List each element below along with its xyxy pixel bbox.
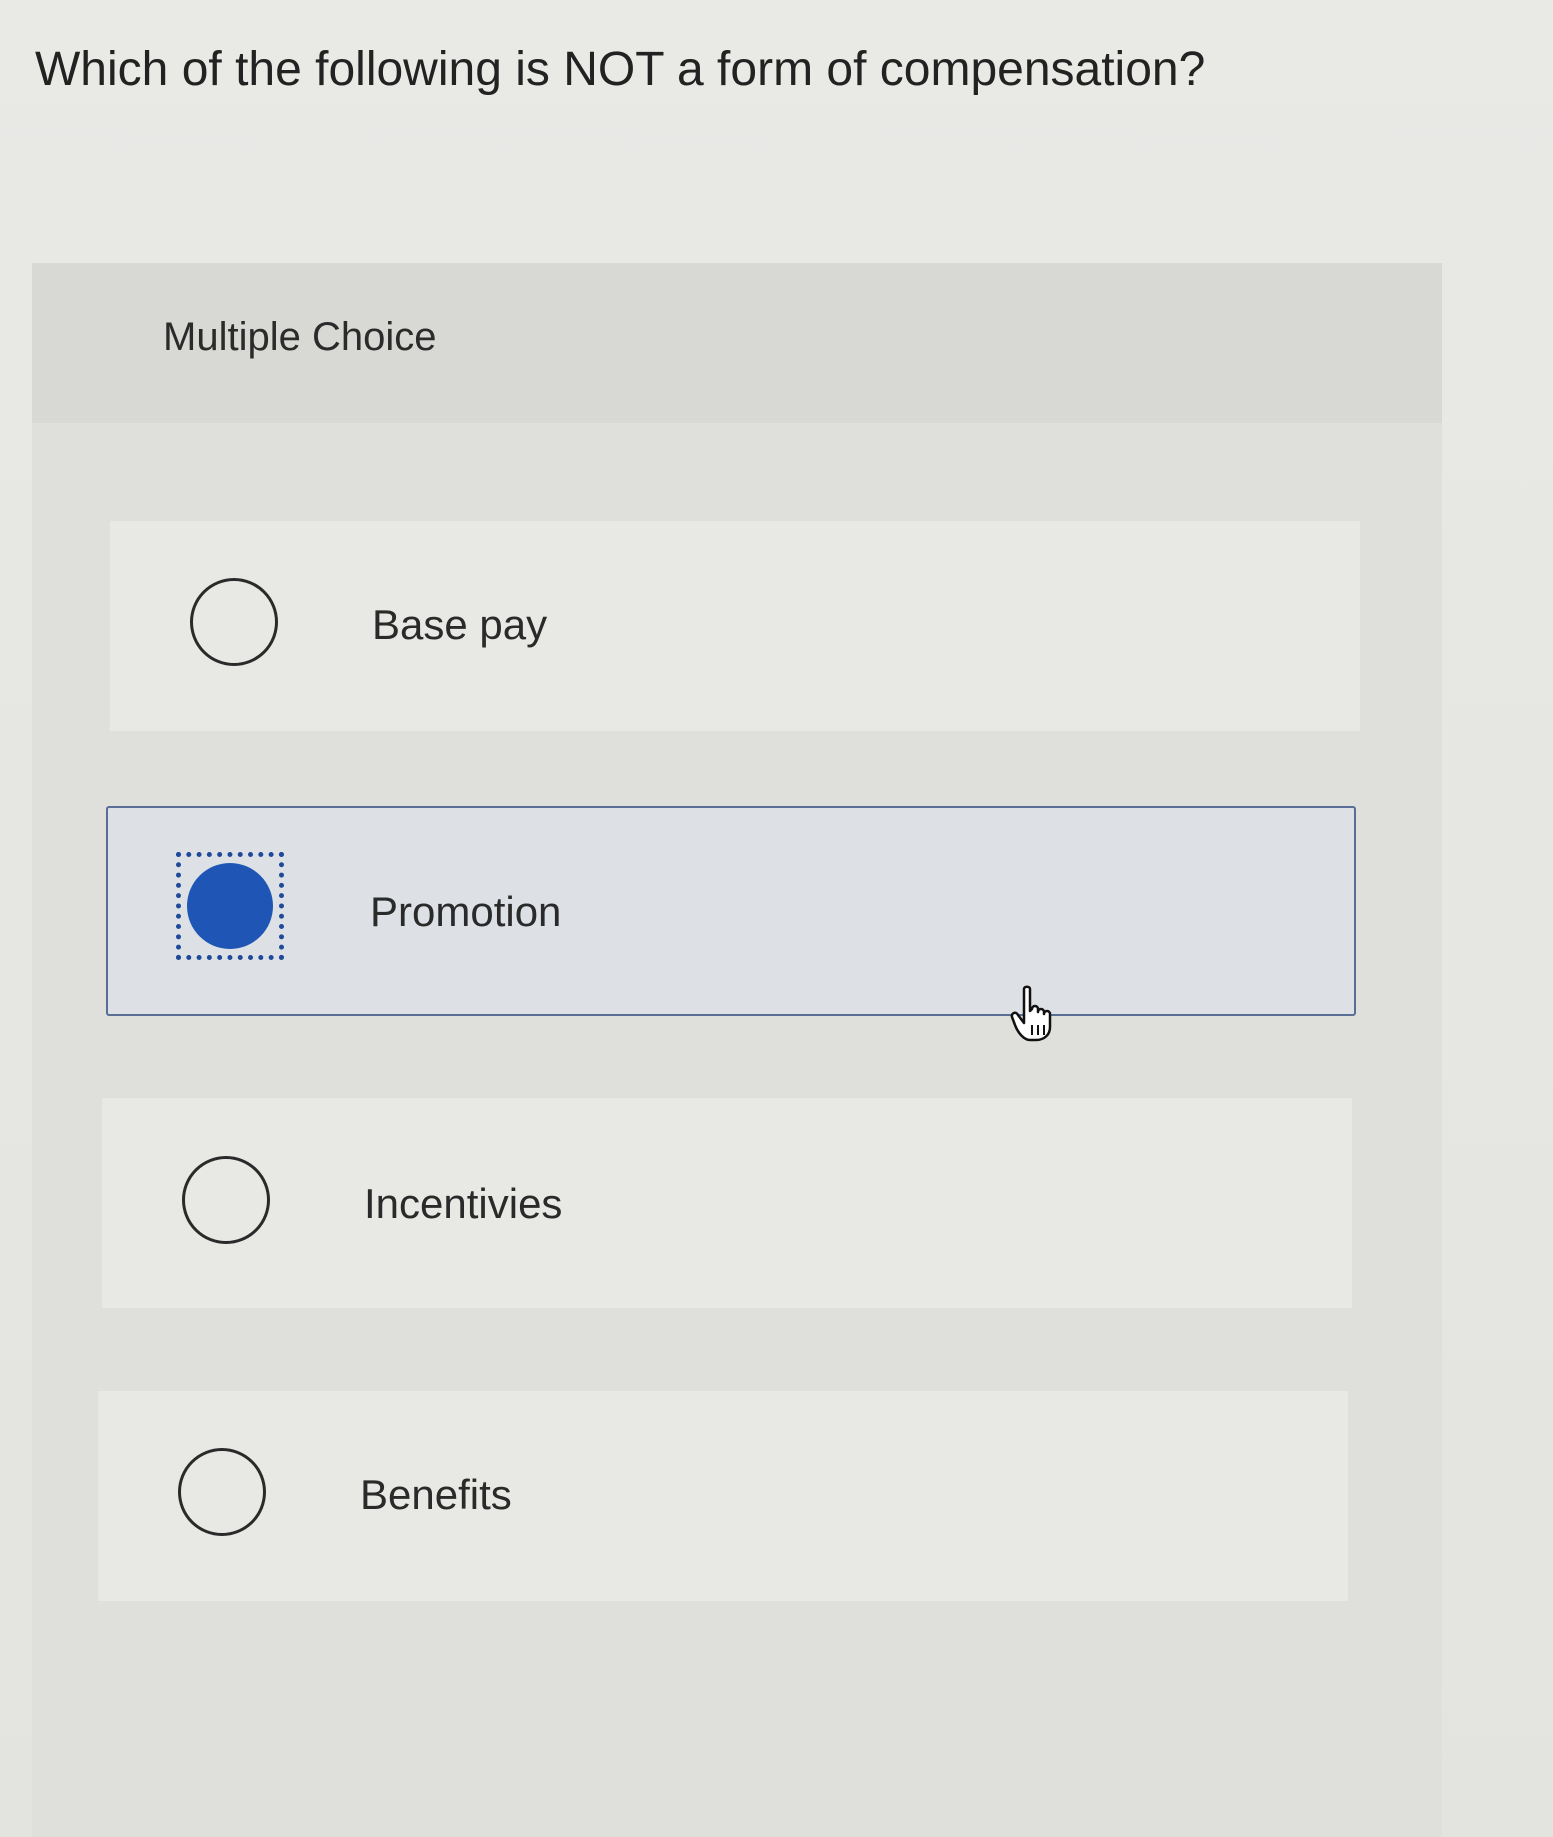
page: Which of the following is NOT a form of …: [0, 0, 1553, 1837]
option-label: Incentivies: [364, 1180, 563, 1227]
option-promotion[interactable]: Promotion: [106, 806, 1356, 1016]
radio-button-unselected[interactable]: [190, 578, 278, 666]
question-text: Which of the following is NOT a form of …: [35, 43, 1206, 96]
radio-button-unselected[interactable]: [178, 1448, 266, 1536]
hand-pointer-icon: [1010, 985, 1062, 1043]
option-label: Benefits: [360, 1471, 512, 1518]
option-benefits[interactable]: Benefits: [98, 1391, 1348, 1601]
option-label: Promotion: [370, 888, 562, 935]
option-label: Base pay: [372, 601, 548, 648]
multiple-choice-panel: Multiple Choice Base pay Promotion Incen…: [32, 263, 1442, 1837]
question-type-label: Multiple Choice: [163, 315, 437, 359]
option-incentivies[interactable]: Incentivies: [102, 1098, 1352, 1308]
panel-header: Multiple Choice: [32, 263, 1442, 423]
radio-button-unselected[interactable]: [182, 1156, 270, 1244]
radio-button-selected[interactable]: [187, 863, 273, 949]
option-base-pay[interactable]: Base pay: [110, 521, 1360, 731]
radio-focus-ring: [176, 852, 284, 960]
